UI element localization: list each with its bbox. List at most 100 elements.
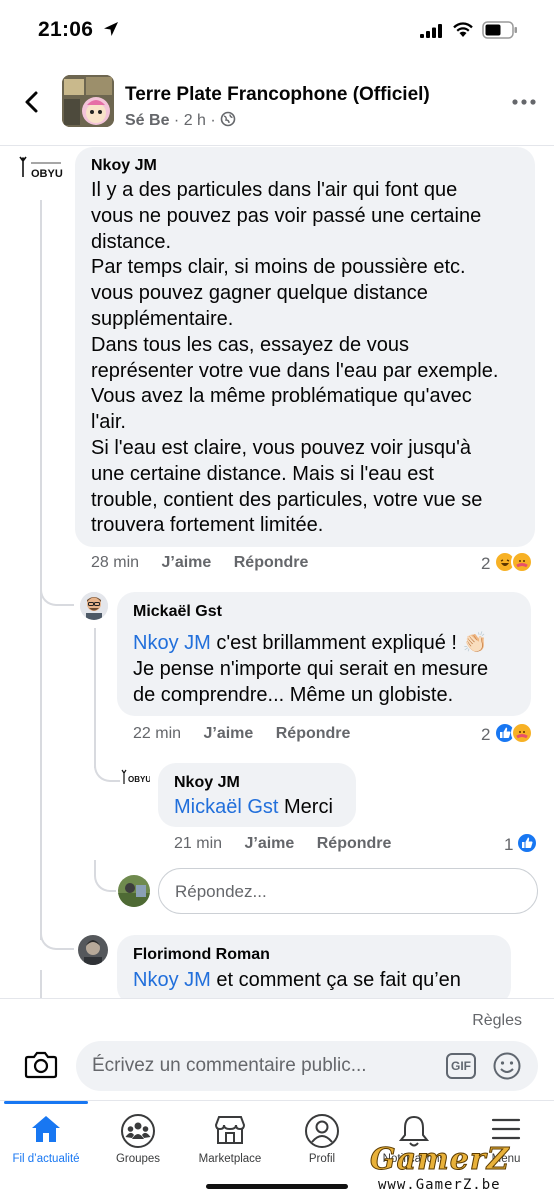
obyu-logo: OBYU	[120, 767, 150, 789]
care-reaction-icon	[511, 722, 533, 744]
post-meta: Sé Be · 2 h ·	[125, 111, 236, 130]
comment-line: supplémentaire.	[91, 307, 234, 330]
comment-author[interactable]: Mickaël Gst	[133, 603, 222, 621]
comment-text: Nkoy JM c'est brillamment expliqué ! 👏🏻 …	[133, 631, 529, 708]
post-header: Terre Plate Francophone (Officiel) Sé Be…	[0, 66, 554, 146]
tab-groups[interactable]: Groupes	[92, 1101, 184, 1181]
comment-line: distance.	[91, 230, 172, 253]
avatar-image	[80, 592, 108, 620]
reply-button[interactable]: Répondre	[234, 554, 309, 571]
comment-actions: 22 min J’aime Répondre	[133, 725, 368, 743]
status-time: 21:06	[38, 18, 94, 41]
thread-connector	[40, 900, 74, 950]
mention-link[interactable]: Mickaël Gst	[174, 796, 278, 818]
reply-input[interactable]: Répondez...	[158, 868, 538, 914]
profile-icon	[305, 1114, 339, 1148]
comment-author[interactable]: Nkoy JM	[91, 157, 157, 175]
tab-news-feed[interactable]: Fil d’actualité	[0, 1101, 92, 1181]
avatar[interactable]	[80, 592, 108, 620]
gif-button[interactable]: GIF	[446, 1053, 476, 1079]
post-time: · 2 h ·	[173, 112, 216, 129]
obyu-logo: OBYU	[17, 153, 63, 187]
reaction-icons[interactable]	[494, 722, 540, 744]
home-indicator	[206, 1184, 348, 1189]
avatar-image	[78, 935, 108, 965]
comment-text: Nkoy JM et comment ça se fait qu’en	[133, 968, 509, 994]
comment-input[interactable]: Écrivez un commentaire public... GIF	[76, 1041, 538, 1091]
comment-time: 28 min	[91, 554, 140, 571]
thread-connector	[94, 740, 120, 782]
reaction-count[interactable]: 2	[481, 725, 490, 745]
tab-label: Marketplace	[198, 1153, 262, 1165]
comment-time: 21 min	[174, 835, 223, 852]
group-avatar-image	[62, 75, 114, 127]
comment-line: Dans tous les cas, essayez de vous	[91, 333, 409, 356]
comment-line: Il y a des particules dans l'air qui fon…	[91, 179, 458, 201]
wifi-icon	[453, 22, 473, 37]
comment-line: Par temps clair, si moins de poussière e…	[91, 256, 466, 279]
current-user-avatar	[118, 875, 150, 907]
comment-line: Si l'eau est claire, vous pouvez voir ju…	[91, 436, 472, 459]
like-button[interactable]: J’aime	[161, 554, 211, 571]
marketplace-icon	[214, 1116, 246, 1144]
battery-icon	[482, 21, 517, 39]
group-avatar[interactable]	[62, 75, 114, 127]
comment-time: 22 min	[133, 725, 182, 742]
reply-button[interactable]: Répondre	[317, 835, 392, 852]
watermark-url: www.GamerZ.be	[378, 1177, 501, 1193]
more-options-icon[interactable]	[512, 98, 536, 106]
globe-icon	[220, 111, 236, 127]
reply-button[interactable]: Répondre	[276, 725, 351, 742]
reply-placeholder: Répondez...	[175, 882, 267, 901]
current-user-avatar-image	[118, 875, 150, 907]
back-chevron-icon[interactable]	[18, 88, 46, 116]
post-author[interactable]: Sé Be	[125, 112, 169, 129]
care-reaction-icon	[511, 551, 533, 573]
tab-label: Groupes	[115, 1153, 161, 1165]
location-arrow-icon	[104, 22, 118, 36]
menu-icon	[491, 1118, 521, 1140]
avatar[interactable]: OBYU	[17, 153, 63, 187]
mention-link[interactable]: Nkoy JM	[133, 969, 211, 991]
obyu-logo-text: OBYU	[128, 775, 150, 784]
comment-line: trouble, contient des particules, votre …	[91, 488, 483, 511]
like-button[interactable]: J’aime	[203, 725, 253, 742]
group-title[interactable]: Terre Plate Francophone (Officiel)	[125, 84, 430, 106]
reaction-count[interactable]: 1	[504, 835, 513, 855]
comment-line: vous ne pouvez pas voir passé une certai…	[91, 204, 482, 227]
home-icon	[32, 1116, 60, 1142]
comment-line: Merci	[278, 796, 333, 818]
comment-line: une certaine distance. Mais si l'eau est	[91, 462, 434, 485]
cellular-signal-icon	[420, 24, 442, 38]
mention-link[interactable]: Nkoy JM	[133, 632, 211, 654]
camera-icon[interactable]	[24, 1049, 58, 1079]
avatar[interactable]	[78, 935, 108, 965]
comment-line: et comment ça se fait qu’en	[210, 969, 461, 991]
comment-line: c'est brillamment expliqué ! 👏🏻	[210, 632, 488, 654]
like-button[interactable]: J’aime	[244, 835, 294, 852]
comment-line: vous pouvez gagner quelque distance	[91, 282, 428, 305]
comment-author[interactable]: Florimond Roman	[133, 946, 270, 964]
comment-author[interactable]: Nkoy JM	[174, 774, 240, 792]
comment-actions: 21 min J’aime Répondre	[174, 835, 409, 853]
emoji-icon[interactable]	[492, 1051, 522, 1081]
avatar[interactable]: OBYU	[120, 767, 150, 789]
comment-text: Il y a des particules dans l'air qui fon…	[91, 178, 531, 539]
thread-line	[40, 970, 42, 1000]
comment-line: trouvera fortement limitée.	[91, 514, 324, 537]
comment-placeholder: Écrivez un commentaire public...	[92, 1055, 367, 1076]
reaction-count[interactable]: 2	[481, 554, 490, 574]
comment-line: l'air.	[91, 411, 126, 434]
reaction-icons[interactable]	[516, 832, 540, 854]
thread-connector	[40, 560, 74, 606]
tab-marketplace[interactable]: Marketplace	[184, 1101, 276, 1181]
rules-link[interactable]: Règles	[472, 1012, 522, 1030]
tab-profile[interactable]: Profil	[276, 1101, 368, 1181]
comment-actions: 28 min J’aime Répondre	[91, 554, 326, 572]
groups-icon	[121, 1114, 155, 1148]
compose-area: Règles Écrivez un commentaire public... …	[0, 998, 554, 1100]
obyu-logo-text: OBYU	[31, 168, 63, 180]
comment-line: de comprendre... Même un globiste.	[133, 683, 454, 706]
comment-line: Je pense n'importe qui serait en mesure	[133, 657, 489, 680]
reaction-icons[interactable]	[494, 551, 540, 573]
